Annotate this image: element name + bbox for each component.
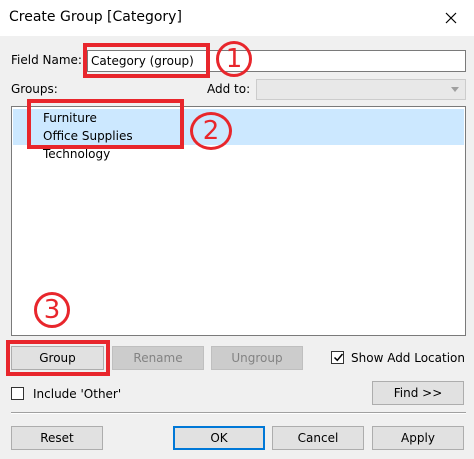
ungroup-button[interactable]: Ungroup (211, 346, 303, 370)
cancel-button[interactable]: Cancel (272, 426, 364, 450)
include-other-checkbox[interactable] (11, 387, 24, 400)
divider (11, 412, 466, 414)
groups-label: Groups: (11, 82, 58, 96)
add-to-label: Add to: (207, 82, 251, 96)
highlight-box-groups (27, 99, 184, 149)
include-other-label: Include 'Other' (33, 387, 122, 401)
ok-button[interactable]: OK (173, 426, 265, 450)
highlight-box-field-name (83, 43, 210, 78)
apply-button[interactable]: Apply (372, 426, 464, 450)
highlight-box-group-button (6, 340, 110, 376)
close-icon (445, 12, 457, 24)
title-bar: Create Group [Category] (0, 0, 474, 36)
find-button[interactable]: Find >> (372, 381, 464, 405)
rename-button[interactable]: Rename (112, 346, 204, 370)
checkmark-icon (333, 353, 344, 362)
annotation-number-3: 3 (34, 292, 70, 328)
annotation-number-1: 1 (216, 41, 252, 77)
chevron-down-icon (451, 87, 459, 92)
annotation-number-2: 2 (190, 112, 232, 150)
show-add-location-label: Show Add Location (351, 351, 465, 365)
show-add-location-checkbox[interactable] (331, 351, 344, 364)
add-to-dropdown[interactable] (256, 79, 466, 100)
reset-button[interactable]: Reset (11, 426, 103, 450)
list-item-label: Technology (43, 147, 111, 161)
field-name-label: Field Name: (11, 53, 82, 67)
window-title: Create Group [Category] (9, 9, 182, 25)
close-button[interactable] (428, 0, 474, 36)
